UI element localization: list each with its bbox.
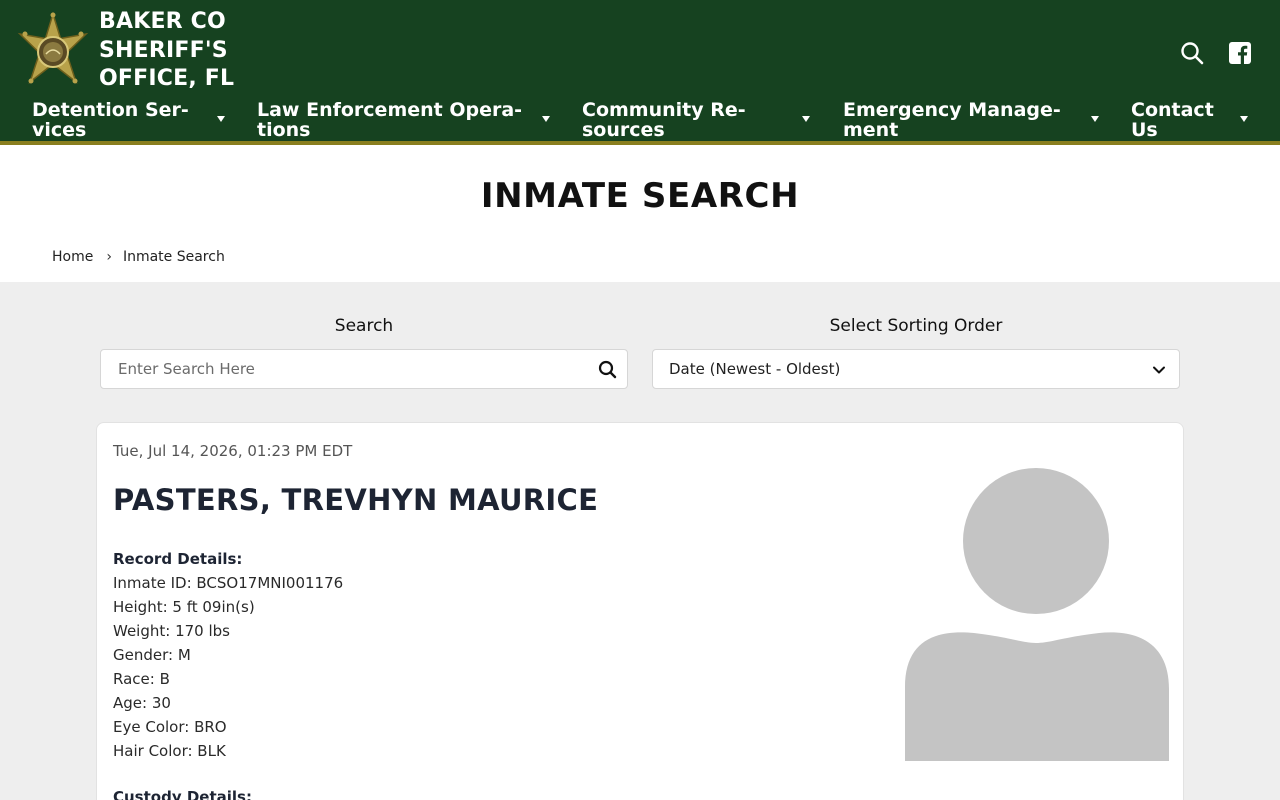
sort-selected-value: Date (Newest - Oldest) xyxy=(669,360,841,378)
detail-eye-color: Eye Color: BRO xyxy=(113,718,227,736)
caret-down-icon xyxy=(1091,116,1099,122)
nav-item-contact-us[interactable]: Contact Us xyxy=(1131,98,1261,141)
facebook-icon xyxy=(1229,42,1251,64)
caret-down-icon xyxy=(1240,116,1248,122)
sheriff-badge-logo[interactable] xyxy=(15,11,91,88)
record-date: Tue, Jul 14, 2026, 01:23 PM EDT xyxy=(113,442,353,460)
custody-details-heading: Custody Details: xyxy=(113,788,252,800)
main-navigation: Detention Ser- vices Law Enforcement Ope… xyxy=(0,98,1280,141)
site-title[interactable]: BAKER CO SHERIFF'S OFFICE, FL xyxy=(99,8,269,94)
nav-label-line-2: ment xyxy=(843,118,899,141)
nav-label: Detention Ser- vices xyxy=(32,99,292,141)
page-title-band: INMATE SEARCH Home › Inmate Search xyxy=(0,145,1280,282)
inmate-record-card: Tue, Jul 14, 2026, 01:23 PM EDT PASTERS,… xyxy=(96,422,1184,800)
breadcrumb-separator: › xyxy=(106,249,112,265)
sheriff-star-icon xyxy=(17,11,89,85)
facebook-link[interactable] xyxy=(1229,42,1251,64)
search-input[interactable] xyxy=(102,351,582,387)
breadcrumb-current: Inmate Search xyxy=(122,249,225,265)
detail-inmate-id: Inmate ID: BCSO17MNI001176 xyxy=(113,574,344,592)
nav-label-line-1: Detention Ser- xyxy=(32,99,189,121)
nav-item-detention-services[interactable]: Detention Ser- vices xyxy=(32,98,232,141)
nav-label-line-2: tions xyxy=(257,118,311,141)
header-search-button[interactable] xyxy=(1180,41,1204,65)
site-title-line-1: BAKER CO xyxy=(99,9,226,34)
search-label: Search xyxy=(334,316,394,336)
inmate-name[interactable]: PASTERS, TREVHYN MAURICE xyxy=(113,483,598,517)
detail-height: Height: 5 ft 09in(s) xyxy=(113,598,255,616)
breadcrumb: Home › Inmate Search xyxy=(52,249,225,265)
nav-label-line-2: vices xyxy=(32,118,87,141)
nav-item-law-enforcement-operations[interactable]: Law Enforcement Opera- tions xyxy=(257,98,557,141)
detail-age: Age: 30 xyxy=(113,694,171,712)
detail-gender: Gender: M xyxy=(113,646,191,664)
search-field xyxy=(100,349,628,389)
caret-down-icon xyxy=(217,116,225,122)
nav-label-line-1: Contact xyxy=(1131,99,1214,121)
sort-order-select[interactable]: Date (Newest - Oldest) xyxy=(652,349,1180,389)
site-header: BAKER CO SHERIFF'S OFFICE, FL Detention … xyxy=(0,0,1280,141)
nav-label-line-1: Law Enforcement Opera- xyxy=(257,99,523,121)
nav-label: Law Enforcement Opera- tions xyxy=(257,99,523,141)
breadcrumb-home-link[interactable]: Home xyxy=(52,249,93,265)
nav-label-line-1: Emergency Manage- xyxy=(843,99,1061,121)
search-icon xyxy=(598,360,617,379)
chevron-down-icon xyxy=(1153,366,1165,374)
nav-label: Emergency Manage- ment xyxy=(843,99,1103,141)
record-details-list: Inmate ID: BCSO17MNI001176 Height: 5 ft … xyxy=(113,571,343,763)
sort-label: Select Sorting Order xyxy=(829,316,1003,336)
detail-hair-color: Hair Color: BLK xyxy=(113,742,226,760)
nav-label-line-2: Us xyxy=(1131,118,1158,141)
person-placeholder-icon xyxy=(905,468,1169,761)
record-details-heading: Record Details: xyxy=(113,550,243,568)
search-submit-button[interactable] xyxy=(597,359,619,381)
site-title-line-2: SHERIFF'S xyxy=(99,37,228,63)
nav-label-line-2: sources xyxy=(582,118,665,141)
inmate-photo xyxy=(904,467,1170,763)
detail-weight: Weight: 170 lbs xyxy=(113,622,230,640)
site-title-line-3: OFFICE, FL xyxy=(99,66,235,91)
search-icon xyxy=(1181,42,1204,65)
caret-down-icon xyxy=(802,116,810,122)
detail-race: Race: B xyxy=(113,670,170,688)
nav-item-emergency-management[interactable]: Emergency Manage- ment xyxy=(843,98,1108,141)
nav-item-community-resources[interactable]: Community Re- sources xyxy=(582,98,822,141)
nav-label: Contact Us xyxy=(1131,99,1280,141)
caret-down-icon xyxy=(542,116,550,122)
page-title: INMATE SEARCH xyxy=(480,176,800,216)
